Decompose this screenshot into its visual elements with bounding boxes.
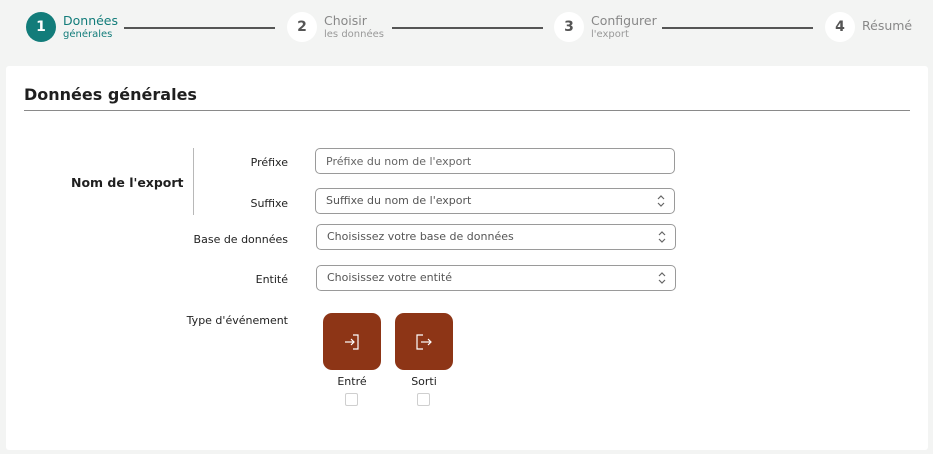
step-choisir-donnees[interactable]: 2 Choisir les données xyxy=(287,12,384,42)
event-sorti-button[interactable] xyxy=(395,313,453,370)
event-entre-checkbox[interactable] xyxy=(345,393,358,406)
select-arrows-icon xyxy=(658,272,666,284)
step-label: Résumé xyxy=(862,18,913,33)
step-label: Choisir xyxy=(324,13,367,28)
database-select-value: Choisissez votre base de données xyxy=(327,230,514,243)
step-resume[interactable]: 4 Résumé xyxy=(825,12,912,42)
step-number: 4 xyxy=(825,12,855,42)
step-configurer-export[interactable]: 3 Configurer l'export xyxy=(554,12,657,42)
suffix-select[interactable]: Suffixe du nom de l'export xyxy=(315,188,675,214)
step-label: Données xyxy=(63,13,119,28)
step-donnees-generales[interactable]: 1 Données générales xyxy=(26,12,118,42)
entity-select[interactable]: Choisissez votre entité xyxy=(316,265,676,291)
step-sub: les données xyxy=(324,28,384,40)
prefix-label: Préfixe xyxy=(250,156,288,169)
page-title: Données générales xyxy=(24,85,197,104)
event-entre-button[interactable] xyxy=(323,313,381,370)
step-number: 3 xyxy=(554,12,584,42)
event-entre-label: Entré xyxy=(337,375,367,388)
step-connector xyxy=(662,27,813,29)
login-icon xyxy=(345,333,359,350)
form-card: Données générales Nom de l'export Préfix… xyxy=(6,66,928,450)
database-label: Base de données xyxy=(193,233,288,246)
event-type-label: Type d'événement xyxy=(186,314,288,327)
database-select[interactable]: Choisissez votre base de données xyxy=(316,224,676,250)
select-arrows-icon xyxy=(657,195,665,207)
prefix-field[interactable] xyxy=(315,148,675,174)
step-label: Configurer xyxy=(591,13,657,28)
select-arrows-icon xyxy=(658,231,666,243)
stepper: 1 Données générales 2 Choisir les donnée… xyxy=(0,0,933,56)
step-number: 1 xyxy=(26,12,56,42)
group-divider xyxy=(193,148,194,215)
step-sub: l'export xyxy=(591,28,629,40)
entity-label: Entité xyxy=(255,273,288,286)
prefix-input[interactable] xyxy=(316,149,674,173)
entity-select-value: Choisissez votre entité xyxy=(327,271,453,284)
export-name-group-label: Nom de l'export xyxy=(71,175,184,190)
step-connector xyxy=(124,27,275,29)
title-divider xyxy=(24,110,910,111)
suffix-select-value: Suffixe du nom de l'export xyxy=(326,194,472,207)
step-sub: générales xyxy=(63,28,113,40)
logout-icon xyxy=(416,333,432,350)
event-sorti-label: Sorti xyxy=(411,375,437,388)
suffix-label: Suffixe xyxy=(250,197,288,210)
event-sorti-checkbox[interactable] xyxy=(417,393,430,406)
step-connector xyxy=(392,27,543,29)
step-number: 2 xyxy=(287,12,317,42)
